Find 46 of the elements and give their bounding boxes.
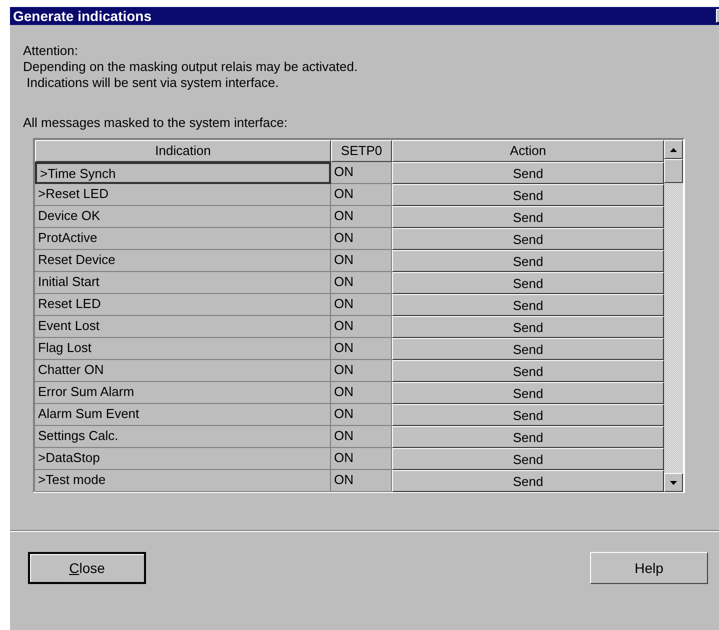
send-button[interactable]: Send	[392, 294, 664, 316]
notice-heading: Attention:	[23, 43, 79, 59]
table-cell[interactable]: Flag Lost	[35, 338, 331, 360]
column-header[interactable]: Action	[392, 140, 664, 162]
table-cell[interactable]: >Reset LED	[35, 184, 331, 206]
send-button[interactable]: Send	[392, 316, 664, 338]
table-cell[interactable]: Initial Start	[35, 272, 331, 294]
table-cell[interactable]: Chatter ON	[35, 360, 331, 382]
scroll-down-button[interactable]	[664, 473, 683, 492]
table-cell[interactable]: Alarm Sum Event	[35, 404, 331, 426]
column-header[interactable]: Indication	[35, 140, 331, 162]
notice-text: Indications will be sent via system interface.	[26, 75, 280, 91]
send-button[interactable]: Send	[392, 426, 664, 448]
list-label: All messages masked to the system interface:	[23, 115, 288, 131]
down-arrow-icon	[670, 480, 677, 484]
send-button[interactable]: Send	[392, 338, 664, 360]
send-button[interactable]: Send	[392, 448, 664, 470]
send-button[interactable]: Send	[392, 228, 664, 250]
send-button[interactable]: Send	[392, 206, 664, 228]
scroll-thumb[interactable]	[664, 159, 683, 183]
send-button[interactable]: Send	[392, 404, 664, 426]
up-arrow-icon	[670, 148, 677, 152]
notice-text: Depending on the masking output relais may be activated.	[23, 59, 359, 75]
vertical-scrollbar[interactable]	[664, 140, 683, 492]
table-cell[interactable]: Error Sum Alarm	[35, 382, 331, 404]
send-button[interactable]: Send	[392, 162, 664, 184]
send-button[interactable]: Send	[392, 250, 664, 272]
column-header[interactable]: SETP0	[331, 140, 392, 162]
dialog-button[interactable]: Close	[28, 552, 146, 584]
table-cell[interactable]: ProtActive	[35, 228, 331, 250]
table-cell[interactable]: Settings Calc.	[35, 426, 331, 448]
send-button[interactable]: Send	[392, 470, 664, 492]
send-button[interactable]: Send	[392, 360, 664, 382]
send-button[interactable]: Send	[392, 382, 664, 404]
window-title: Generate indications	[13, 7, 152, 25]
send-button[interactable]: Send	[392, 272, 664, 294]
table-cell[interactable]: >Test mode	[35, 470, 331, 492]
table-cell[interactable]: Event Lost	[35, 316, 331, 338]
table-cell[interactable]: Device OK	[35, 206, 331, 228]
send-button[interactable]: Send	[392, 184, 664, 206]
table-cell[interactable]: Reset Device	[35, 250, 331, 272]
dialog-button[interactable]: Help	[590, 552, 708, 584]
scroll-up-button[interactable]	[664, 140, 683, 159]
table-cell[interactable]: Reset LED	[35, 294, 331, 316]
table-cell[interactable]: >Time Synch	[35, 162, 331, 184]
table-cell[interactable]: >DataStop	[35, 448, 331, 470]
